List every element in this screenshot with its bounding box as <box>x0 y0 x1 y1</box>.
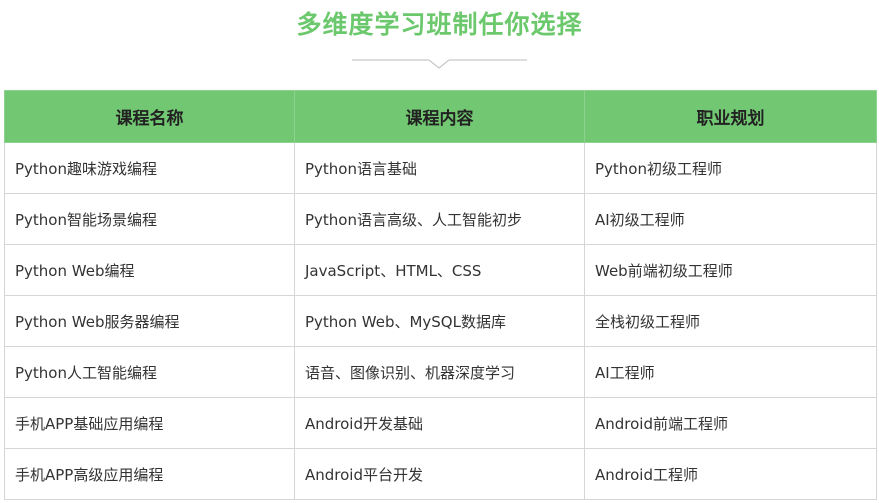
title-divider <box>352 59 527 69</box>
page-title: 多维度学习班制任你选择 <box>296 10 583 39</box>
cell-career-plan: Android工程师 <box>584 448 877 500</box>
table-row: Python趣味游戏编程 Python语言基础 Python初级工程师 <box>4 142 877 194</box>
table-body: Python趣味游戏编程 Python语言基础 Python初级工程师 Pyth… <box>4 142 877 500</box>
cell-career-plan: AI初级工程师 <box>584 193 877 245</box>
table-row: Python Web编程 JavaScript、HTML、CSS Web前端初级… <box>4 244 877 296</box>
header-career-plan: 职业规划 <box>584 90 877 143</box>
cell-career-plan: Android前端工程师 <box>584 397 877 449</box>
cell-career-plan: 全栈初级工程师 <box>584 295 877 347</box>
cell-course-name: Python Web编程 <box>4 244 295 296</box>
table-row: Python人工智能编程 语音、图像识别、机器深度学习 AI工程师 <box>4 346 877 398</box>
table-row: 手机APP基础应用编程 Android开发基础 Android前端工程师 <box>4 397 877 449</box>
table-row: Python Web服务器编程 Python Web、MySQL数据库 全栈初级… <box>4 295 877 347</box>
cell-course-content: 语音、图像识别、机器深度学习 <box>294 346 585 398</box>
cell-course-name: Python智能场景编程 <box>4 193 295 245</box>
table-header: 课程名称 课程内容 职业规划 <box>4 90 877 143</box>
cell-course-content: JavaScript、HTML、CSS <box>294 244 585 296</box>
cell-career-plan: Web前端初级工程师 <box>584 244 877 296</box>
cell-course-content: Python Web、MySQL数据库 <box>294 295 585 347</box>
table-row: 手机APP高级应用编程 Android平台开发 Android工程师 <box>4 448 877 500</box>
table-header-row: 课程名称 课程内容 职业规划 <box>4 90 877 143</box>
cell-course-content: Android开发基础 <box>294 397 585 449</box>
course-table: 课程名称 课程内容 职业规划 Python趣味游戏编程 Python语言基础 P… <box>4 90 877 500</box>
header-course-content: 课程内容 <box>294 90 585 143</box>
header-course-name: 课程名称 <box>4 90 295 143</box>
cell-course-name: Python人工智能编程 <box>4 346 295 398</box>
cell-course-content: Python语言基础 <box>294 142 585 194</box>
cell-course-name: 手机APP高级应用编程 <box>4 448 295 500</box>
cell-course-name: Python趣味游戏编程 <box>4 142 295 194</box>
cell-course-content: Android平台开发 <box>294 448 585 500</box>
cell-course-name: Python Web服务器编程 <box>4 295 295 347</box>
cell-career-plan: Python初级工程师 <box>584 142 877 194</box>
cell-career-plan: AI工程师 <box>584 346 877 398</box>
cell-course-name: 手机APP基础应用编程 <box>4 397 295 449</box>
cell-course-content: Python语言高级、人工智能初步 <box>294 193 585 245</box>
table-row: Python智能场景编程 Python语言高级、人工智能初步 AI初级工程师 <box>4 193 877 245</box>
